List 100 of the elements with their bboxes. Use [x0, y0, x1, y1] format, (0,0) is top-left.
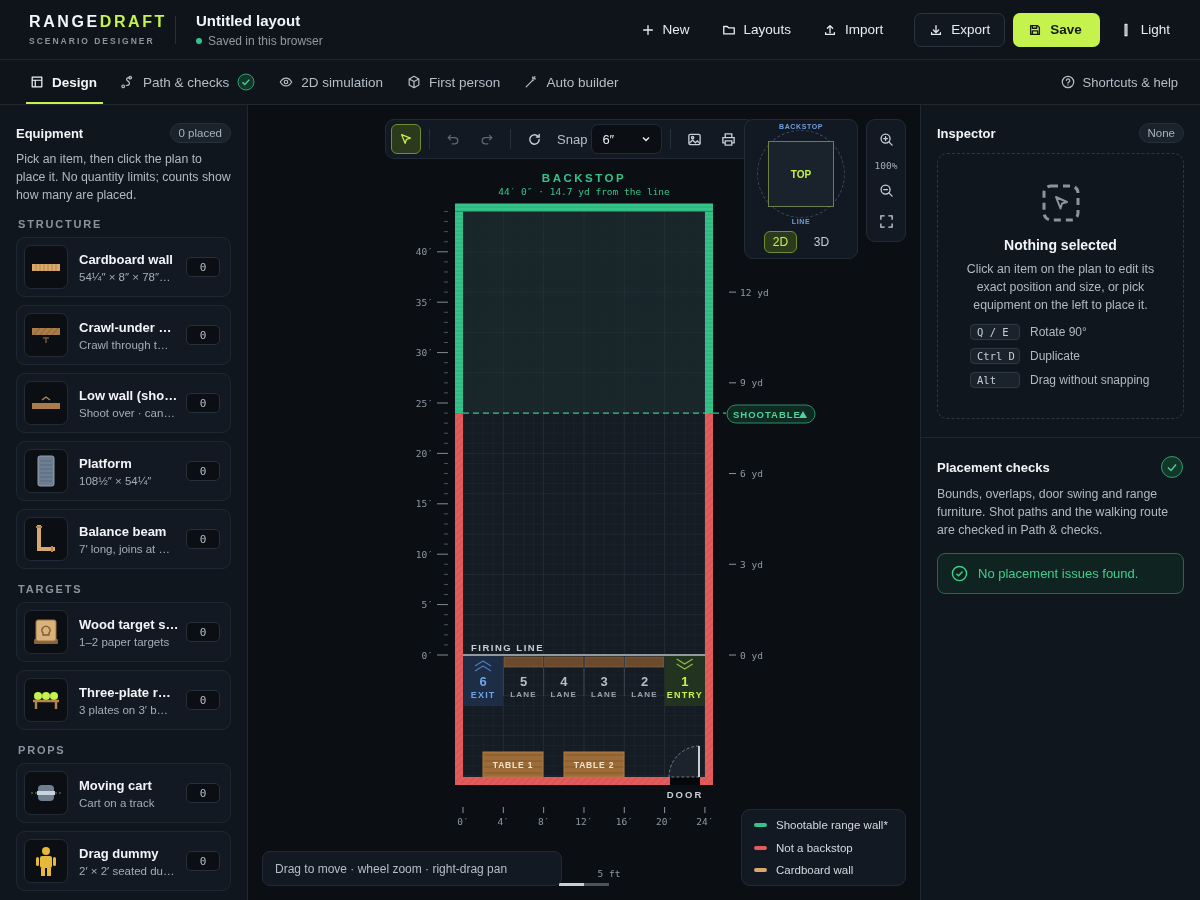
lane-number: 2	[640, 674, 649, 689]
axis-label: 15′	[415, 498, 433, 510]
axis-label: 30′	[415, 347, 433, 359]
barricade-icon	[31, 326, 61, 344]
axis-tick	[443, 634, 449, 636]
equipment-card[interactable]: Platform 108½″ × 54¼″ 0	[16, 441, 231, 501]
chevron-down-icon	[676, 658, 694, 670]
empty-heading: Nothing selected	[1004, 237, 1117, 253]
equipment-name: Balance beam	[79, 523, 168, 539]
axis-tick	[436, 352, 449, 354]
select-tool-button[interactable]	[391, 124, 421, 154]
axis-tick	[443, 513, 449, 515]
header-button[interactable]: Light	[1105, 12, 1183, 47]
axis-tick	[436, 301, 449, 303]
lane-label: LANE	[550, 690, 578, 699]
axis-tick	[443, 281, 449, 283]
axis-label: 4′	[497, 816, 510, 827]
shortcuts-help-link[interactable]: Shortcuts & help	[1056, 60, 1184, 104]
axis-tick	[462, 806, 464, 814]
equipment-card[interactable]: Cardboard wall 54¼″ × 8″ × 78″… 0	[16, 237, 231, 297]
header-button[interactable]: New	[627, 12, 703, 47]
header-button[interactable]: Import	[809, 12, 897, 47]
axis-tick	[728, 654, 737, 656]
table: TABLE 1	[482, 751, 544, 778]
firing-line-label: FIRING LINE	[471, 642, 544, 653]
axis-tick	[443, 442, 449, 444]
low-wall-icon	[31, 396, 61, 410]
axis-tick	[443, 523, 449, 525]
saved-status-dot	[196, 37, 202, 44]
cursor-icon	[399, 132, 413, 146]
equipment-detail: 7′ long, joins at …	[79, 542, 171, 555]
axis-tick	[443, 261, 449, 263]
lane-label: LANE	[510, 690, 537, 699]
axis-tick	[664, 806, 666, 814]
axis-label: 8′	[537, 816, 550, 827]
equipment-card[interactable]: Low wall (sho… Shoot over · can… 0	[16, 373, 231, 433]
lane-label: LANE	[590, 690, 618, 699]
axis-tick	[443, 644, 449, 646]
placed-count: 0	[186, 393, 220, 413]
placed-count: 0 placed	[169, 123, 231, 143]
axis-label: 10′	[415, 548, 433, 560]
equipment-card[interactable]: Moving cart Cart on a track 0	[16, 763, 231, 823]
entry-lane	[664, 656, 705, 706]
axis-label: 0 yd	[740, 649, 763, 661]
selection-cursor-icon	[1041, 184, 1080, 222]
selection-badge: None	[1138, 123, 1184, 143]
legend-label: Not a backstop	[776, 841, 853, 854]
axis-tick	[436, 402, 449, 404]
save-icon	[1028, 22, 1043, 37]
tab[interactable]: 2D simulation	[275, 60, 390, 104]
placed-count: 0	[186, 622, 220, 642]
tab[interactable]: Auto builder	[520, 60, 625, 104]
header-button[interactable]: Export	[914, 12, 1006, 47]
dummy-icon	[35, 845, 57, 877]
lane-number: 3	[600, 674, 608, 689]
lane-label: EXIT	[470, 690, 496, 700]
axis-label: 40′	[415, 246, 433, 258]
tab[interactable]: First person	[403, 60, 507, 104]
equipment-card[interactable]: Three-plate r… 3 plates on 3′ b… 0	[16, 670, 231, 730]
snap-select[interactable]: 6″	[591, 124, 663, 154]
view-mode-toggle[interactable]: 3D	[805, 231, 838, 253]
axis-tick	[443, 624, 449, 626]
axis-label: 35′	[415, 296, 433, 308]
axis-tick	[443, 614, 449, 616]
equipment-card[interactable]: Drag dummy 2′ × 2′ seated du… 0	[16, 831, 231, 891]
view-mode-toggle[interactable]: 2D	[764, 231, 797, 253]
axis-tick	[443, 331, 449, 333]
axis-label: 5′	[421, 599, 433, 611]
platform-icon	[37, 455, 55, 487]
cube-face[interactable]: TOP	[768, 141, 834, 207]
axis-tick	[443, 321, 449, 323]
legend-label: Shootable range wall*	[776, 819, 888, 831]
axis-tick	[443, 372, 449, 374]
group-heading: STRUCTURE	[18, 218, 104, 230]
redo-icon	[480, 132, 494, 146]
axis-tick	[443, 563, 449, 565]
beam-icon	[35, 524, 57, 554]
lane-label: ENTRY	[666, 690, 703, 700]
lane-bay	[543, 656, 584, 697]
axis-tick	[436, 604, 449, 606]
equipment-card[interactable]: Balance beam 7′ long, joins at … 0	[16, 509, 231, 569]
equipment-card[interactable]: Crawl-under … Crawl through t… 0	[16, 305, 231, 365]
placed-count: 0	[186, 529, 220, 549]
save-button[interactable]: Save	[1013, 12, 1100, 47]
plate-rack-icon	[32, 690, 60, 710]
equipment-card[interactable]: Wood target s… 1–2 paper targets 0	[16, 602, 231, 662]
tab[interactable]: Path & checks	[117, 60, 262, 104]
download-icon	[929, 22, 944, 37]
axis-tick	[443, 342, 449, 343]
header-button[interactable]: Layouts	[708, 12, 804, 47]
axis-label: 16′	[615, 816, 633, 827]
axis-tick	[583, 806, 585, 814]
upload-icon	[822, 22, 837, 37]
axis-label: 6 yd	[740, 468, 763, 480]
shortcut-description: Duplicate	[1030, 349, 1081, 363]
shootable-tag: SHOOTABLE	[726, 404, 816, 424]
equipment-detail: Shoot over · can…	[79, 406, 175, 419]
equipment-detail: 1–2 paper targets	[79, 635, 171, 648]
keyboard-key: Ctrl D	[970, 348, 1020, 364]
axis-tick	[728, 473, 737, 475]
